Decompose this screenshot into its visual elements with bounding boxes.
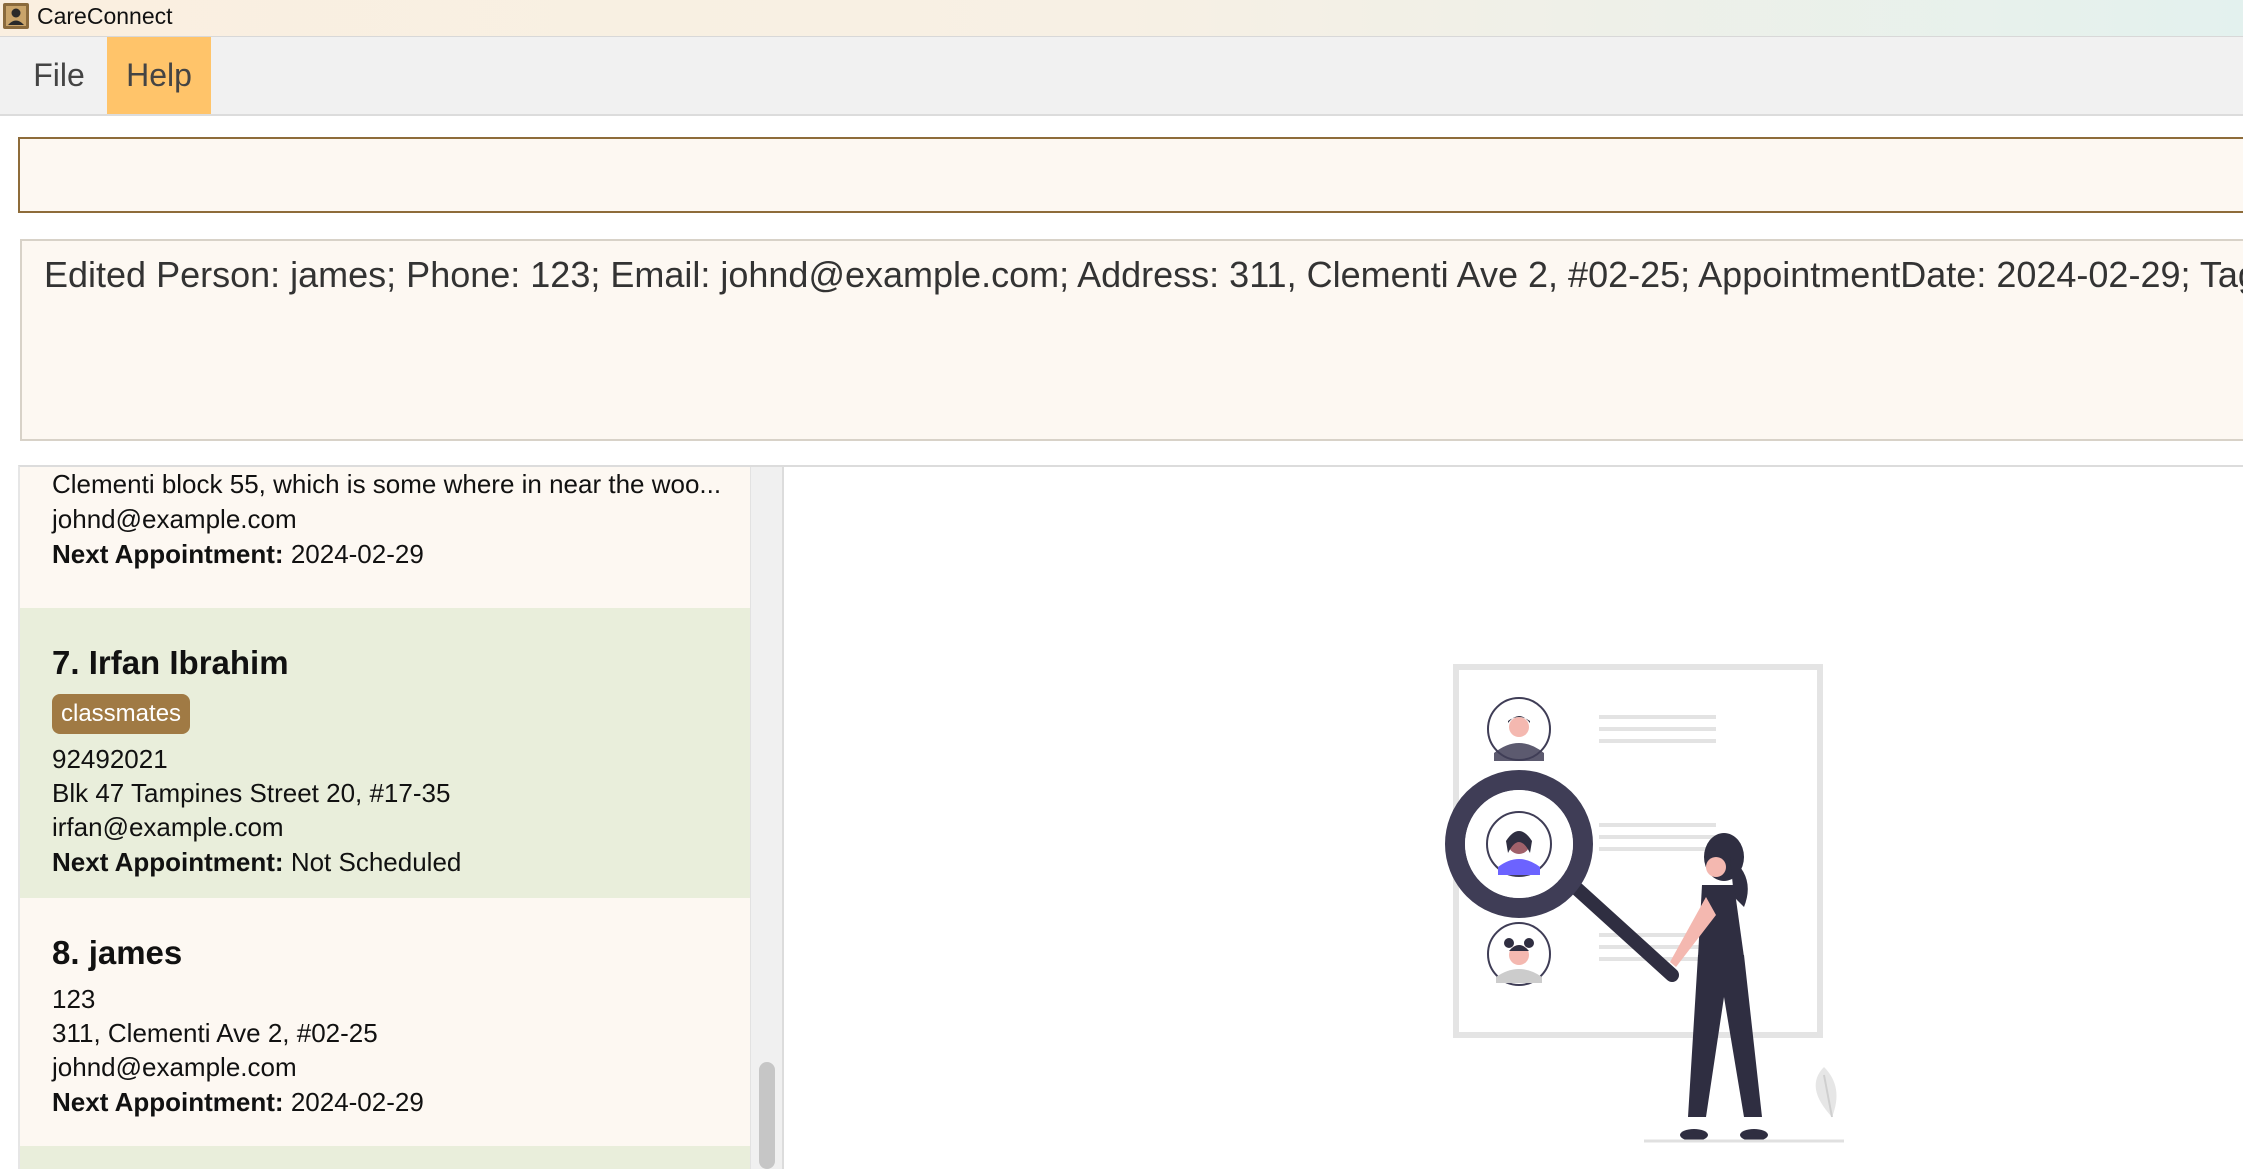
result-text: Edited Person: james; Phone: 123; Email:…	[44, 254, 2243, 295]
person-email: irfan@example.com	[52, 812, 284, 842]
title-bar: CareConnect	[0, 0, 2243, 37]
person-address: Clementi block 55, which is some where i…	[52, 469, 722, 499]
appointment-label: Next Appointment:	[52, 847, 284, 877]
person-card-partial[interactable]: Clementi block 55, which is some where i…	[20, 467, 750, 608]
person-address: Blk 47 Tampines Street 20, #17-35	[52, 778, 451, 808]
appointment-value: 2024-02-29	[290, 1087, 424, 1117]
avatar-icon	[1487, 697, 1551, 761]
avatar-icon	[1486, 811, 1552, 877]
person-card-next[interactable]	[20, 1146, 750, 1169]
app-icon	[3, 3, 29, 29]
person-name: 7. Irfan Ibrahim	[52, 644, 289, 681]
search-profiles-illustration	[1445, 664, 1844, 1143]
person-email: johnd@example.com	[52, 1052, 297, 1082]
appointment-label: Next Appointment:	[52, 539, 284, 569]
person-list[interactable]: Clementi block 55, which is some where i…	[18, 465, 782, 1169]
person-name: 8. james	[52, 934, 183, 971]
window-title: CareConnect	[37, 3, 173, 29]
avatar-icon	[1487, 922, 1551, 986]
person-appointment: Next Appointment: 2024-02-29	[52, 1085, 424, 1119]
scrollbar-thumb[interactable]	[759, 1062, 775, 1169]
person-card-7[interactable]: 7. Irfan Ibrahim classmates 92492021 Blk…	[20, 608, 750, 898]
command-input[interactable]	[18, 137, 2243, 213]
person-address: 311, Clementi Ave 2, #02-25	[52, 1018, 378, 1048]
result-display: Edited Person: james; Phone: 123; Email:…	[20, 239, 2243, 441]
menu-file[interactable]: File	[22, 37, 96, 114]
person-appointment: Next Appointment: Not Scheduled	[52, 845, 461, 879]
menu-bar: File Help	[0, 37, 2243, 116]
appointment-label: Next Appointment:	[52, 1087, 284, 1117]
appointment-value: Not Scheduled	[290, 847, 462, 877]
person-phone: 92492021	[52, 744, 168, 774]
person-appointment: Next Appointment: 2024-02-29	[52, 537, 424, 571]
person-phone: 123	[52, 984, 96, 1014]
list-scrollbar[interactable]	[750, 467, 782, 1169]
tag-badge: classmates	[52, 694, 191, 734]
menu-help[interactable]: Help	[107, 37, 211, 114]
appointment-value: 2024-02-29	[290, 539, 424, 569]
person-email: johnd@example.com	[52, 504, 297, 534]
person-card-8[interactable]: 8. james 123 311, Clementi Ave 2, #02-25…	[20, 898, 750, 1146]
detail-panel	[782, 465, 2243, 1169]
